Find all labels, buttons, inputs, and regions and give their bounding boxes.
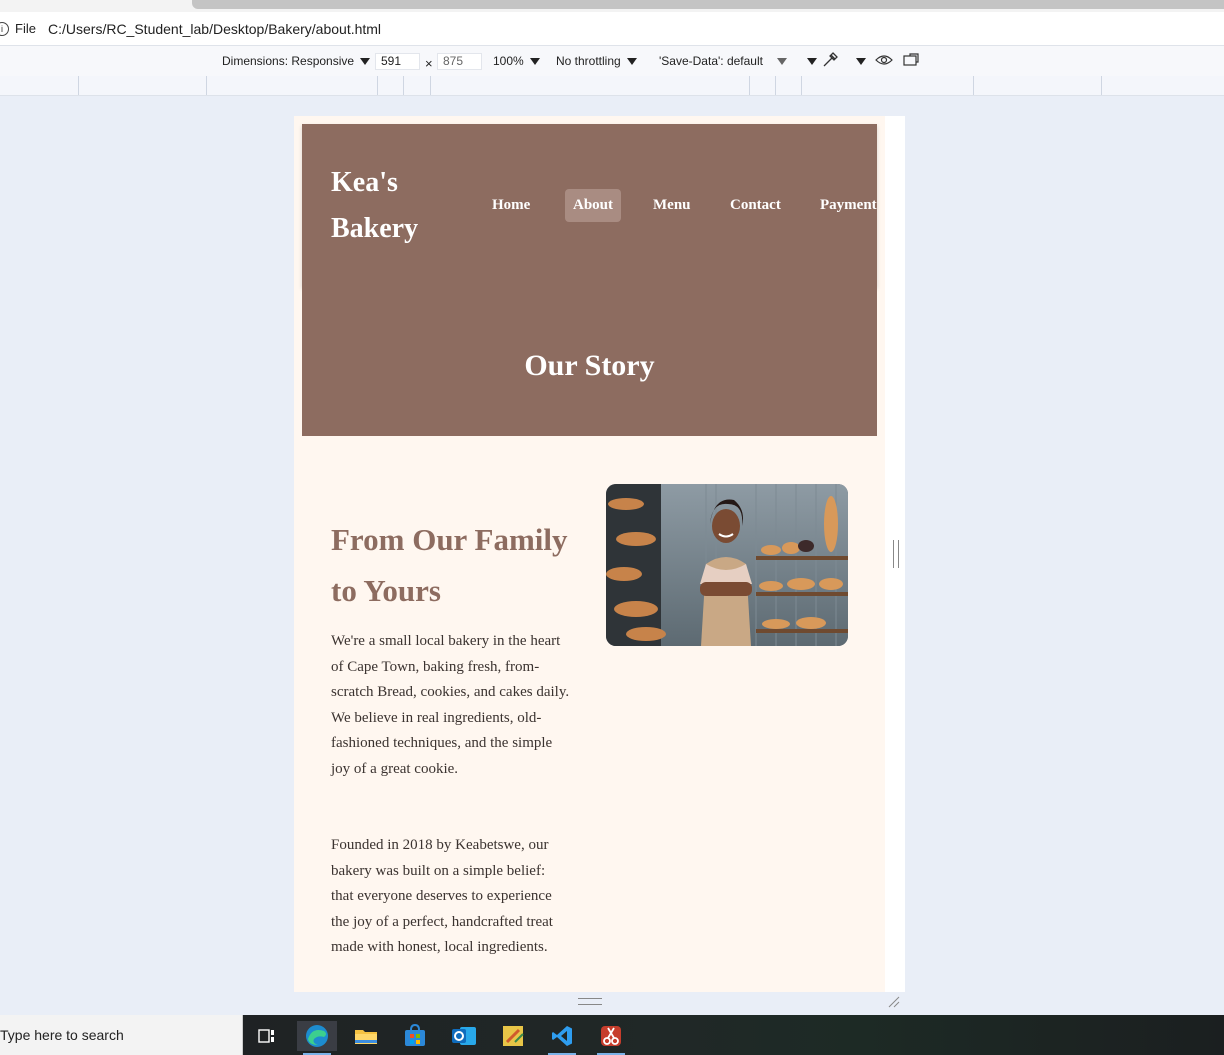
- story-paragraph-1: We're a small local bakery in the heart …: [331, 633, 570, 777]
- hero-banner: Our Story: [302, 287, 877, 436]
- story-heading: From Our Family to Yours: [331, 522, 568, 608]
- url-text[interactable]: C:/Users/RC_Student_lab/Desktop/Bakery/a…: [48, 21, 381, 37]
- address-bar[interactable]: i File C:/Users/RC_Student_lab/Desktop/B…: [0, 12, 1224, 46]
- snipping-tool-icon[interactable]: [591, 1021, 631, 1055]
- nav-about[interactable]: About: [565, 189, 622, 222]
- save-data-dropdown[interactable]: 'Save-Data': default: [659, 54, 787, 68]
- dimensions-label: Dimensions: Responsive: [222, 54, 355, 68]
- width-input[interactable]: 591: [375, 53, 420, 70]
- nav-home[interactable]: Home: [484, 189, 538, 222]
- chevron-down-icon: [360, 58, 371, 66]
- task-view-icon[interactable]: [247, 1021, 287, 1051]
- about-page: Kea's Bakery Home About Menu Contact Pay…: [294, 116, 885, 992]
- save-data-label: 'Save-Data': default: [659, 54, 763, 68]
- emulated-viewport: Kea's Bakery Home About Menu Contact Pay…: [294, 116, 905, 992]
- zoom-dropdown[interactable]: 100%: [493, 54, 540, 68]
- tab-strip-scrollbar[interactable]: [192, 0, 1224, 9]
- more-options-dropdown[interactable]: [850, 54, 866, 68]
- eyedropper-icon[interactable]: [821, 51, 839, 72]
- chevron-down-icon: [856, 58, 866, 66]
- store-icon[interactable]: [395, 1021, 435, 1051]
- times-icon: ×: [425, 56, 433, 71]
- dock-icon[interactable]: [902, 52, 920, 71]
- story-paragraph-2: Founded in 2018 by Keabetswe, our bakery…: [331, 837, 553, 956]
- chevron-down-icon: [807, 58, 817, 66]
- taskbar-search-placeholder: Type here to search: [0, 1027, 124, 1043]
- nav-menu[interactable]: Menu: [645, 189, 699, 222]
- device-toolbar: Dimensions: Responsive 591 × 875 100% No…: [0, 46, 1224, 77]
- taskbar-search[interactable]: Type here to search: [0, 1015, 243, 1055]
- resize-corner-icon[interactable]: [888, 995, 900, 1008]
- throttling-label: No throttling: [556, 54, 621, 68]
- viewport-resize-handle-right[interactable]: [893, 540, 899, 568]
- height-input[interactable]: 875: [437, 53, 482, 70]
- info-icon[interactable]: i: [0, 22, 9, 36]
- site-logo[interactable]: Kea's Bakery: [331, 160, 451, 252]
- windows-taskbar: Type here to search: [0, 1015, 1224, 1055]
- chevron-down-icon: [529, 58, 540, 66]
- nav-payment[interactable]: Payment: [812, 189, 885, 222]
- file-scheme-label: File: [15, 21, 36, 36]
- window-top-strip: [0, 0, 1224, 12]
- media-query-ruler[interactable]: [0, 76, 1224, 96]
- file-explorer-icon[interactable]: [346, 1021, 386, 1051]
- chevron-down-icon: [776, 58, 787, 66]
- throttling-dropdown[interactable]: No throttling: [556, 54, 637, 68]
- hero-title: Our Story: [524, 349, 655, 382]
- eye-icon[interactable]: [875, 52, 893, 71]
- outlook-icon[interactable]: [444, 1021, 484, 1051]
- vscode-icon[interactable]: [542, 1021, 582, 1055]
- chevron-down-icon: [626, 58, 637, 66]
- baker-photo: [606, 484, 848, 646]
- edge-icon[interactable]: [297, 1021, 337, 1055]
- viewport-resize-handle-bottom[interactable]: [578, 998, 602, 1005]
- dimensions-dropdown[interactable]: Dimensions: Responsive: [222, 54, 371, 68]
- zoom-label: 100%: [493, 54, 524, 68]
- site-header: Kea's Bakery Home About Menu Contact Pay…: [302, 124, 877, 287]
- rotate-dropdown[interactable]: [801, 54, 817, 68]
- nav-contact[interactable]: Contact: [722, 189, 789, 222]
- sticky-notes-icon[interactable]: [493, 1021, 533, 1051]
- story-section: From Our Family to Yours We're a small l…: [331, 514, 571, 955]
